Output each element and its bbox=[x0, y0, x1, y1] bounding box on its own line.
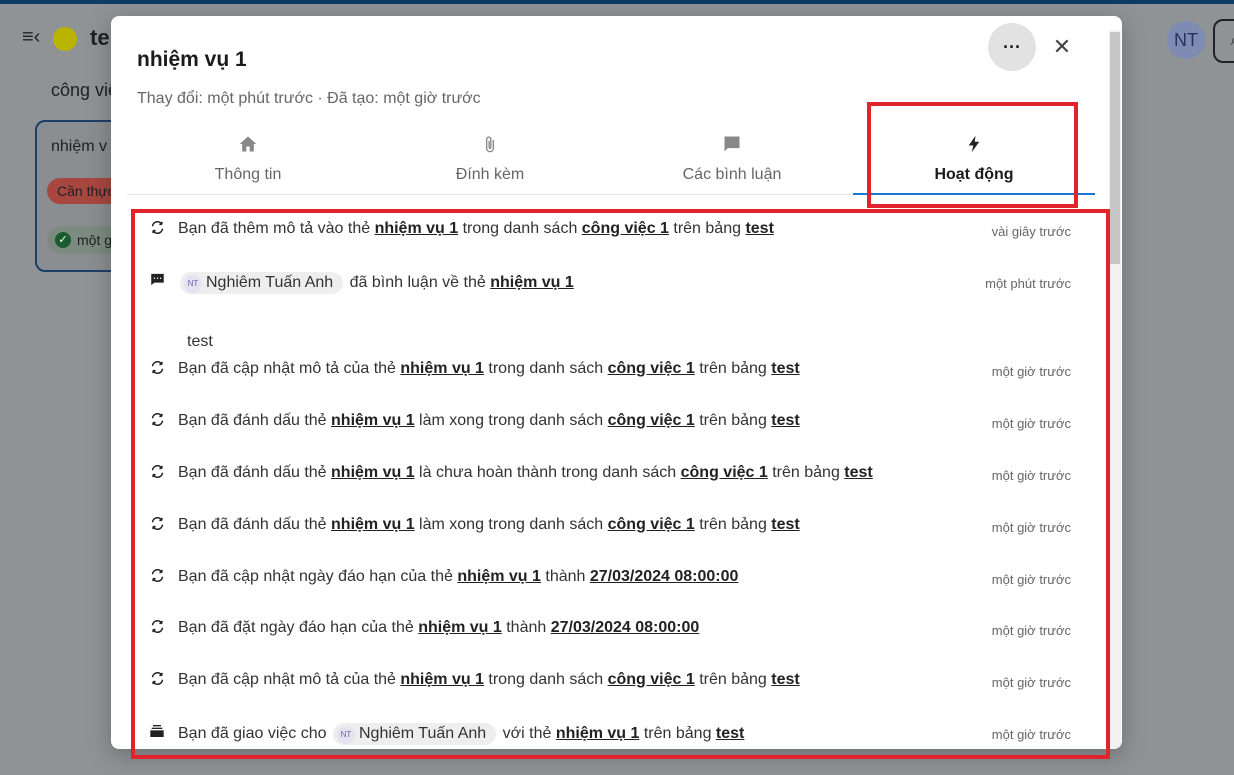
tab-label: Đính kèm bbox=[455, 166, 525, 183]
modal-subtitle: Thay đổi: một phút trước · Đã tạo: một g… bbox=[137, 90, 481, 107]
check-circle-icon: ✓ bbox=[55, 232, 71, 248]
list-title: công việ bbox=[51, 80, 119, 100]
scrollbar-thumb[interactable] bbox=[1110, 32, 1120, 264]
comment-icon bbox=[611, 134, 853, 158]
board-color-dot bbox=[53, 27, 77, 51]
search-icon[interactable]: ⌕ bbox=[1213, 19, 1234, 63]
card-title: nhiệm v bbox=[51, 138, 108, 155]
home-icon bbox=[127, 134, 369, 158]
board-title: te bbox=[90, 25, 110, 50]
card-due-text: một g bbox=[77, 232, 113, 248]
modal-title[interactable]: nhiệm vụ 1 bbox=[137, 48, 247, 72]
scrollbar[interactable] bbox=[1109, 30, 1121, 749]
highlight-box-activity-tab bbox=[867, 102, 1078, 208]
paperclip-icon bbox=[369, 134, 611, 158]
tab-label: Thông tin bbox=[214, 166, 282, 183]
menu-collapse-icon[interactable]: ≡‹ bbox=[22, 26, 40, 49]
tab-attachments[interactable]: Đính kèm bbox=[369, 120, 611, 194]
more-options-button[interactable]: ··· bbox=[988, 23, 1036, 71]
tab-info[interactable]: Thông tin bbox=[127, 120, 369, 194]
user-avatar[interactable]: NT bbox=[1167, 21, 1205, 59]
tab-label: Các bình luận bbox=[682, 166, 782, 183]
close-button[interactable]: ✕ bbox=[1048, 33, 1076, 61]
highlight-box-activity-list bbox=[131, 209, 1110, 759]
tab-comments[interactable]: Các bình luận bbox=[611, 120, 853, 194]
